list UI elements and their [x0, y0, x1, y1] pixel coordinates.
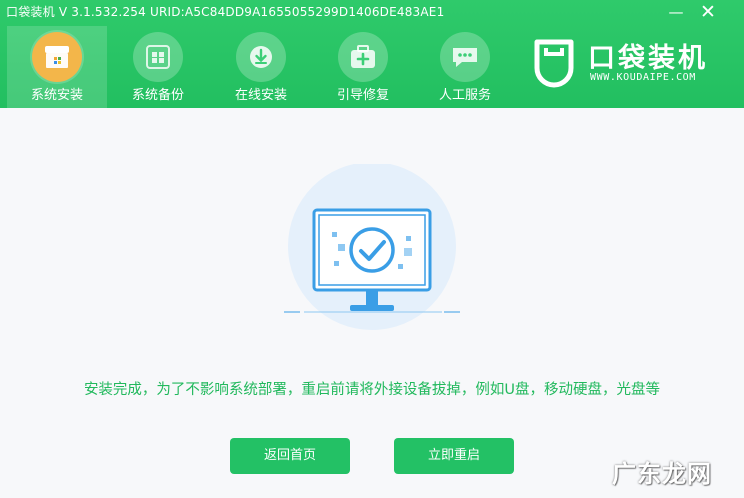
brand-name: 口袋装机 [588, 43, 708, 74]
window-title: 口袋装机 V 3.1.532.254 URID:A5C84DD9A1655055… [6, 5, 445, 19]
watermark-text: 广东龙网 [612, 460, 712, 488]
nav-item-chat-service[interactable]: 人工服务 [415, 26, 515, 108]
nav-label-online-install: 在线安装 [234, 88, 287, 103]
nav-label-boot-repair: 引导修复 [336, 88, 389, 103]
close-button[interactable]: ✕ [697, 2, 719, 22]
monitor-check-icon [284, 164, 460, 330]
return-home-button[interactable]: 返回首页 [230, 438, 350, 474]
nav-item-online-install[interactable]: 在线安装 [211, 26, 311, 108]
restart-now-button[interactable]: 立即重启 [394, 438, 514, 474]
header-bar: 口袋装机 V 3.1.532.254 URID:A5C84DD9A1655055… [0, 0, 744, 108]
nav-label-chat-service: 人工服务 [438, 88, 491, 103]
nav-item-system-install[interactable]: 系统安装 [7, 26, 107, 108]
system-install-icon [32, 32, 82, 82]
brand-logo-icon [534, 39, 574, 88]
brand-url: WWW.KOUDAIPE.COM [590, 72, 696, 83]
install-complete-message: 安装完成，为了不影响系统部署，重启前请将外接设备拔掉，例如U盘，移动硬盘，光盘等 [83, 382, 661, 398]
nav-label-system-backup: 系统备份 [131, 88, 184, 103]
brand-block: 口袋装机 WWW.KOUDAIPE.COM [532, 34, 722, 94]
nav-item-system-backup[interactable]: 系统备份 [108, 26, 208, 108]
system-backup-icon [133, 32, 183, 82]
online-install-icon [236, 32, 286, 82]
minimize-button[interactable]: — [665, 2, 687, 22]
chat-service-icon [440, 32, 490, 82]
nav-item-boot-repair[interactable]: 引导修复 [313, 26, 413, 108]
nav-label-system-install: 系统安装 [30, 88, 83, 103]
main-content: 安装完成，为了不影响系统部署，重启前请将外接设备拔掉，例如U盘，移动硬盘，光盘等… [0, 108, 744, 498]
boot-repair-icon [338, 32, 388, 82]
